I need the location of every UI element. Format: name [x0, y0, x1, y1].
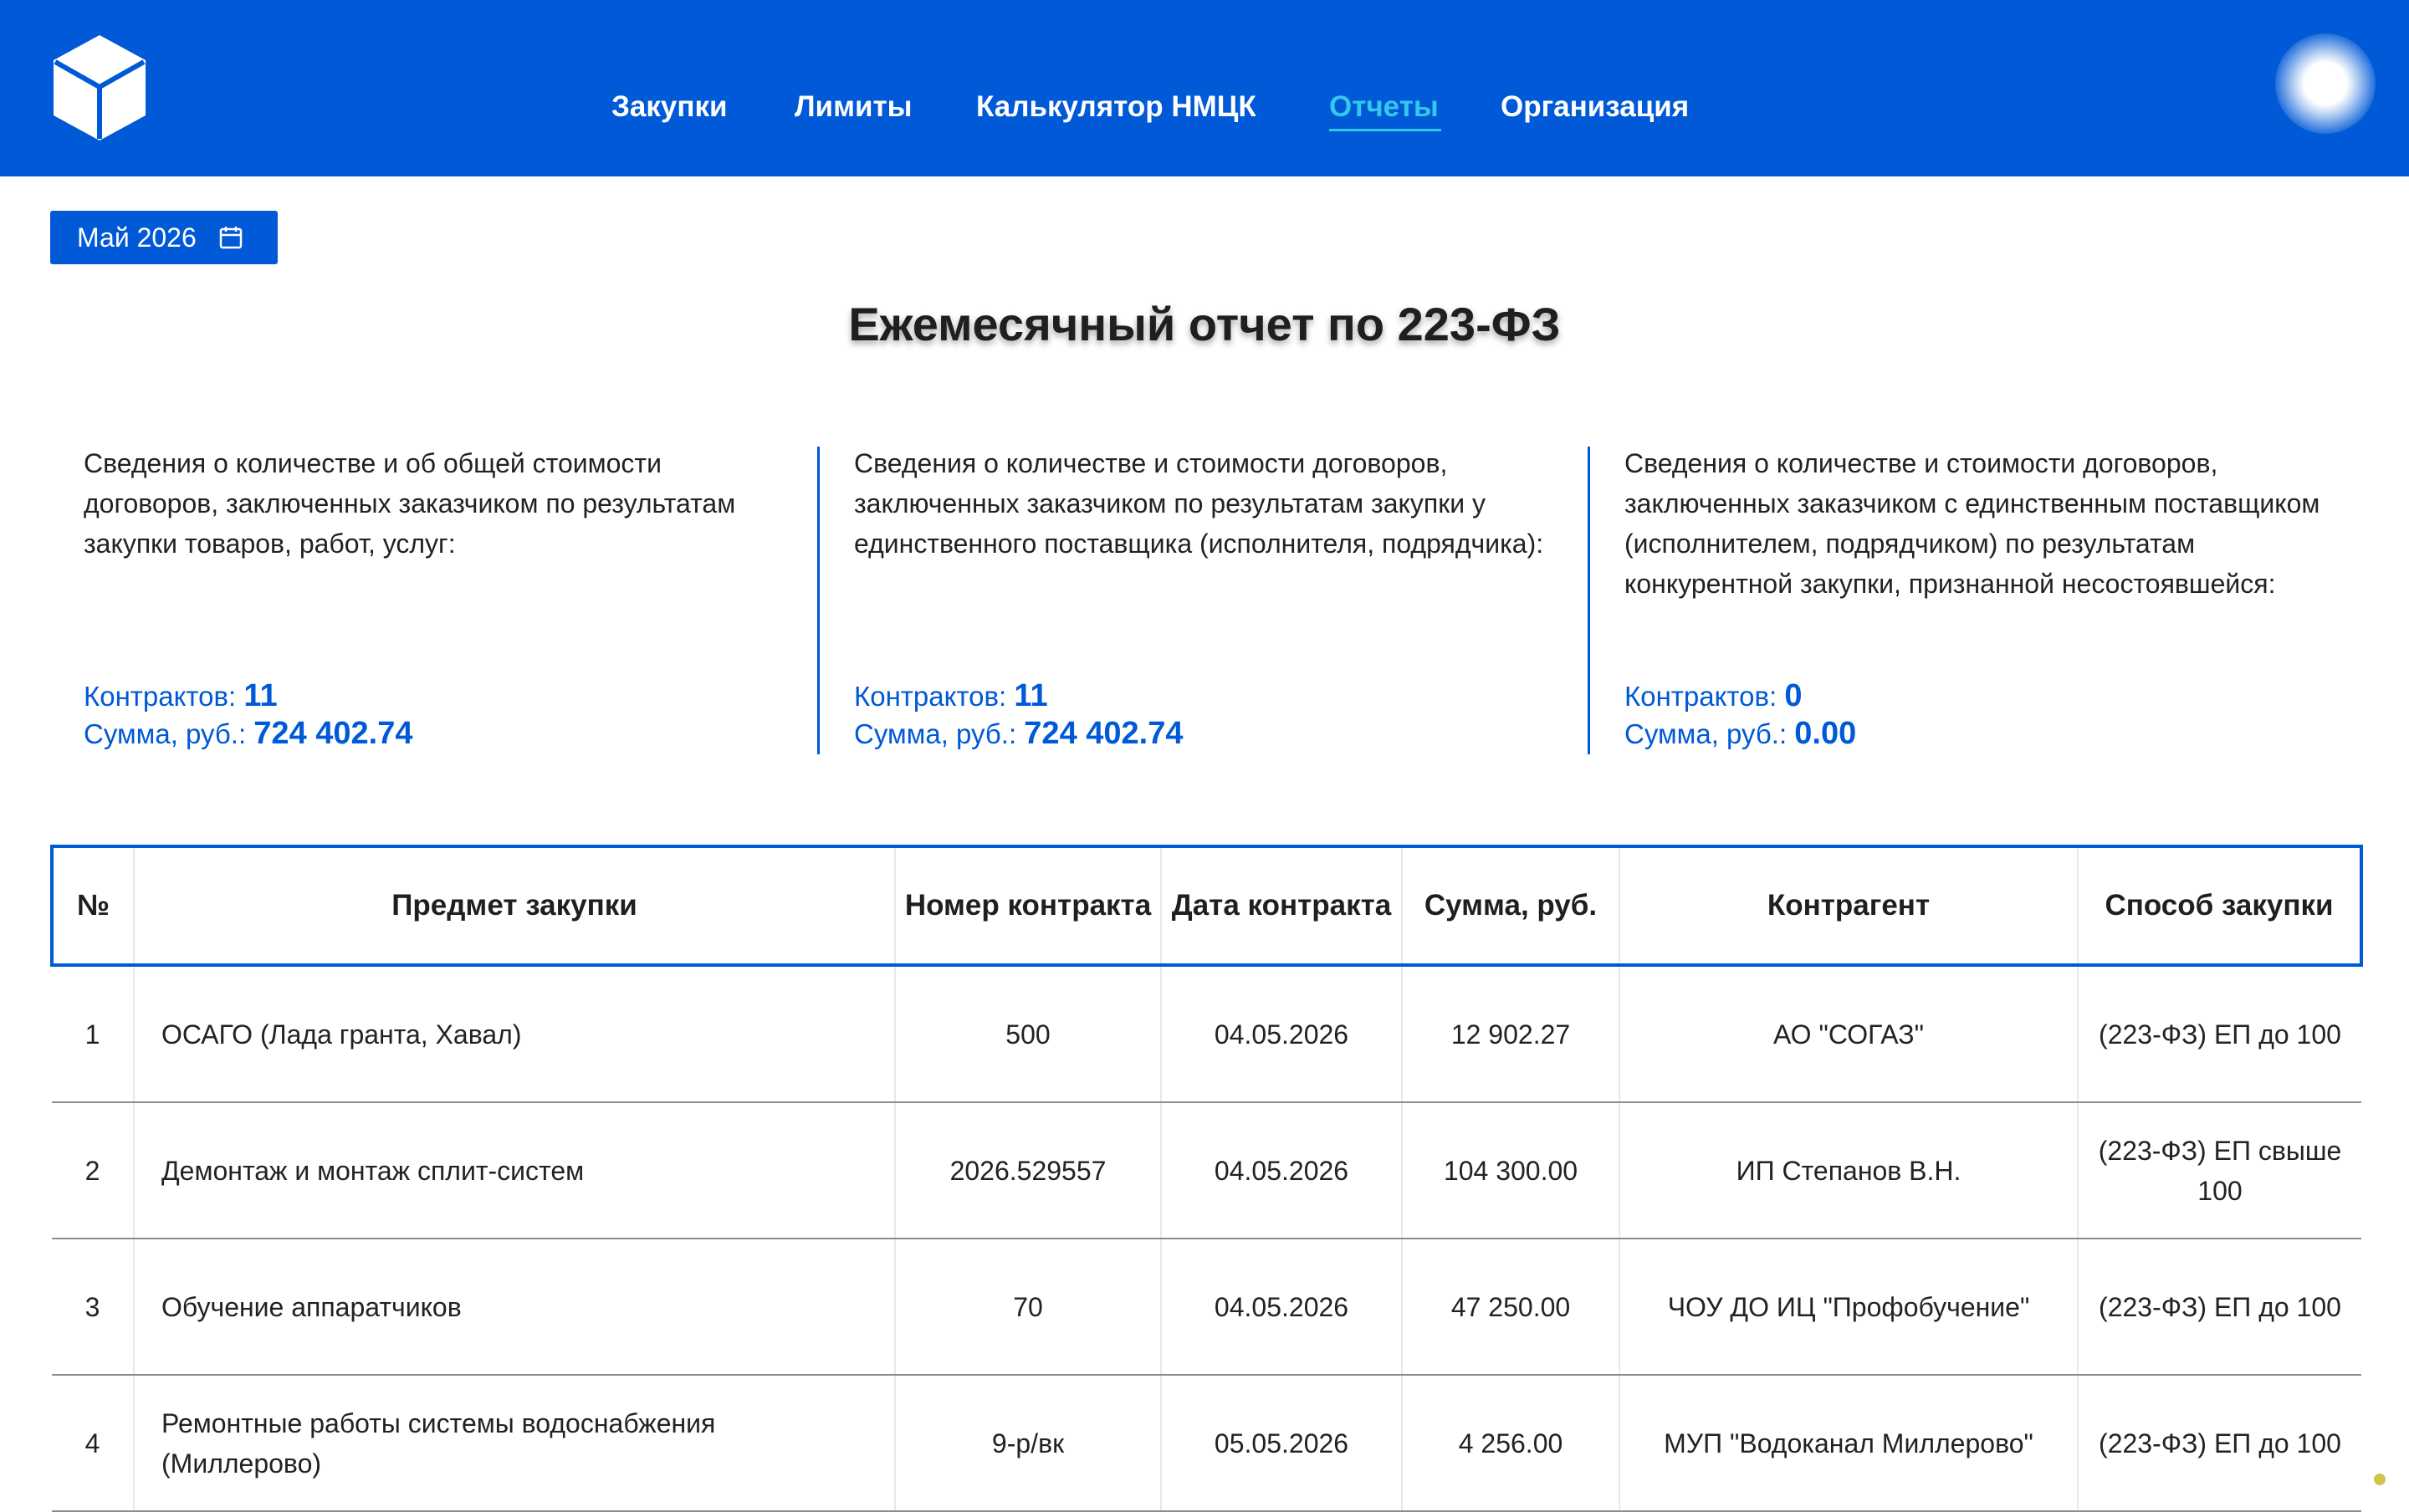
column-header-sum[interactable]: Сумма, руб. [1402, 845, 1620, 967]
sum-value: 0.00 [1794, 716, 1857, 751]
cell-sum: 12 902.27 [1402, 965, 1620, 1103]
contracts-count-line: Контрактов: 11 [854, 677, 1565, 715]
page-title: Ежемесячный отчет по 223-ФЗ [848, 298, 1561, 350]
summary-description: Сведения о количестве и стоимости догово… [854, 448, 1544, 559]
month-picker-button[interactable]: Май 2026 [50, 211, 278, 264]
cell-counterparty: ИП Степанов В.Н. [1619, 1102, 2079, 1239]
cell-subject: Ремонтные работы системы водоснабжения (… [134, 1375, 896, 1512]
column-divider [817, 447, 820, 754]
column-header-num[interactable]: № [50, 845, 135, 967]
summary-column-single-supplier: Сведения о количестве и стоимости догово… [854, 443, 1565, 753]
calendar-icon [219, 227, 243, 249]
cell-subject: ОСАГО (Лада гранта, Хавал) [134, 965, 896, 1103]
cell-contract-number: 500 [895, 965, 1162, 1103]
summary-column-total: Сведения о количестве и об общей стоимос… [84, 443, 795, 753]
cell-counterparty: МУП "Водоканал Миллерово" [1619, 1375, 2079, 1512]
table-row[interactable]: 4 Ремонтные работы системы водоснабжения… [52, 1375, 2361, 1512]
summary-column-failed-competitive: Сведения о количестве и стоимости догово… [1624, 443, 2335, 753]
cell-subject: Обучение аппаратчиков [134, 1239, 896, 1376]
contracts-label: Контрактов: [854, 681, 1007, 712]
cell-subject: Демонтаж и монтаж сплит-систем [134, 1102, 896, 1239]
cell-contract-date: 04.05.2026 [1161, 1102, 1403, 1239]
sum-label: Сумма, руб.: [84, 718, 247, 749]
top-navbar: Закупки Лимиты Калькулятор НМЦК Отчеты О… [0, 0, 2409, 176]
sum-label: Сумма, руб.: [854, 718, 1017, 749]
sum-line: Сумма, руб.: 724 402.74 [854, 715, 1565, 753]
contracts-count-line: Контрактов: 0 [1624, 677, 2335, 715]
table-row[interactable]: 1 ОСАГО (Лада гранта, Хавал) 500 04.05.2… [52, 965, 2361, 1103]
summary-description: Сведения о количестве и стоимости догово… [1624, 448, 2320, 599]
cell-num: 2 [52, 1102, 135, 1239]
sum-label: Сумма, руб.: [1624, 718, 1788, 749]
contracts-label: Контрактов: [84, 681, 237, 712]
sum-line: Сумма, руб.: 724 402.74 [84, 715, 795, 753]
cell-counterparty: АО "СОГАЗ" [1619, 965, 2079, 1103]
cell-sum: 104 300.00 [1402, 1102, 1620, 1239]
main-nav: Закупки Лимиты Калькулятор НМЦК Отчеты О… [0, 0, 2409, 176]
table-row[interactable]: 2 Демонтаж и монтаж сплит-систем 2026.52… [52, 1102, 2361, 1239]
cell-contract-number: 2026.529557 [895, 1102, 1162, 1239]
summary-description: Сведения о количестве и об общей стоимос… [84, 448, 736, 559]
contracts-value: 0 [1784, 678, 1803, 713]
cell-method: (223-ФЗ) ЕП до 100 [2078, 965, 2361, 1103]
column-header-method[interactable]: Способ закупки [2078, 845, 2363, 967]
cell-sum: 4 256.00 [1402, 1375, 1620, 1512]
cell-contract-number: 9-р/вк [895, 1375, 1162, 1512]
sum-value: 724 402.74 [1024, 716, 1184, 751]
nav-nmck-calculator[interactable]: Калькулятор НМЦК [976, 90, 1256, 124]
avatar-glow-icon[interactable] [2275, 33, 2376, 134]
contracts-value: 11 [1014, 678, 1048, 713]
cell-contract-date: 04.05.2026 [1161, 1239, 1403, 1376]
table-row[interactable]: 3 Обучение аппаратчиков 70 04.05.2026 47… [52, 1239, 2361, 1376]
nav-purchases[interactable]: Закупки [611, 90, 728, 124]
sum-line: Сумма, руб.: 0.00 [1624, 715, 2335, 753]
column-header-contract-date[interactable]: Дата контракта [1161, 845, 1403, 967]
contracts-label: Контрактов: [1624, 681, 1777, 712]
cell-num: 4 [52, 1375, 135, 1512]
table-header-row: № Предмет закупки Номер контракта Дата к… [50, 845, 2363, 967]
cell-counterparty: ЧОУ ДО ИЦ "Профобучение" [1619, 1239, 2079, 1376]
month-picker-label: Май 2026 [77, 222, 197, 253]
cell-method: (223-ФЗ) ЕП до 100 [2078, 1239, 2361, 1376]
cell-contract-date: 04.05.2026 [1161, 965, 1403, 1103]
cell-sum: 47 250.00 [1402, 1239, 1620, 1376]
active-tab-underline [1329, 129, 1441, 131]
column-header-subject[interactable]: Предмет закупки [134, 845, 896, 967]
column-header-counterparty[interactable]: Контрагент [1619, 845, 2079, 967]
cell-contract-date: 05.05.2026 [1161, 1375, 1403, 1512]
nav-reports[interactable]: Отчеты [1329, 90, 1439, 124]
cell-num: 3 [52, 1239, 135, 1376]
cell-method: (223-ФЗ) ЕП свыше 100 [2078, 1102, 2361, 1239]
nav-limits[interactable]: Лимиты [795, 90, 913, 124]
cell-num: 1 [52, 965, 135, 1103]
contracts-count-line: Контрактов: 11 [84, 677, 795, 715]
contracts-table: № Предмет закупки Номер контракта Дата к… [50, 845, 2363, 1512]
nav-organization[interactable]: Организация [1501, 90, 1689, 124]
status-dot [2374, 1474, 2386, 1485]
contracts-value: 11 [243, 678, 278, 713]
cell-contract-number: 70 [895, 1239, 1162, 1376]
sum-value: 724 402.74 [253, 716, 413, 751]
column-divider [1588, 447, 1590, 754]
cell-method: (223-ФЗ) ЕП до 100 [2078, 1375, 2361, 1512]
column-header-contract-number[interactable]: Номер контракта [895, 845, 1162, 967]
